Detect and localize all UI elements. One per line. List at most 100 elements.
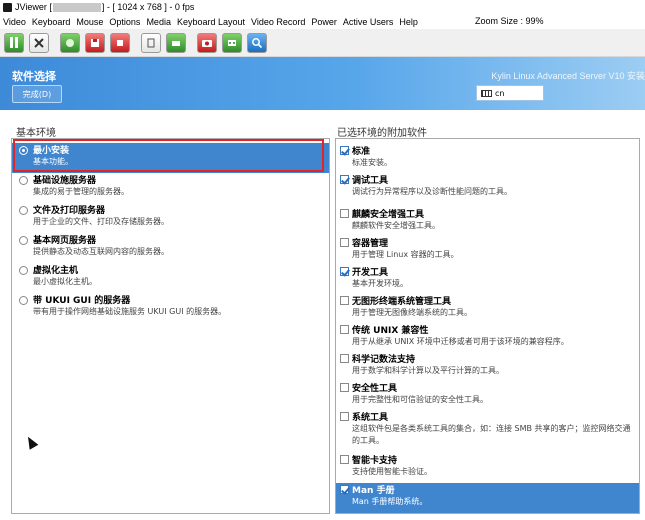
keyboard-layout-label: cn bbox=[495, 88, 505, 98]
radio-button[interactable] bbox=[19, 296, 28, 305]
addon-kylin-security[interactable]: 麒麟安全增强工具 麒麟软件安全增强工具。 bbox=[336, 207, 639, 236]
env-item-name: 基础设施服务器 bbox=[33, 176, 97, 186]
radio-button[interactable] bbox=[19, 176, 28, 185]
record-icon[interactable] bbox=[60, 32, 80, 53]
checkbox[interactable] bbox=[340, 412, 349, 421]
env-item-desc: 带有用于操作网络基础设施服务 UKUI GUI 的服务器。 bbox=[33, 307, 227, 316]
menu-video[interactable]: Video bbox=[3, 17, 26, 27]
page-title: 软件选择 bbox=[12, 70, 56, 83]
addon-desc: 麒麟软件安全增强工具。 bbox=[352, 221, 440, 230]
addon-desc: 用于管理 Linux 容器的工具。 bbox=[352, 250, 459, 259]
checkbox[interactable] bbox=[340, 238, 349, 247]
title-bar: JViewer [ ] - [ 1024 x 768 ] - 0 fps bbox=[0, 0, 645, 14]
env-item-file-print[interactable]: 文件及打印服务器 用于企业的文件、打印及存储服务器。 bbox=[12, 203, 329, 233]
addon-system-tools[interactable]: 系统工具 这组软件包是各类系统工具的集合，如：连接 SMB 共享的客户；监控网络… bbox=[336, 410, 639, 452]
addon-man-pages[interactable]: Man 手册 Man 手册帮助系统。 bbox=[336, 483, 639, 513]
menu-mouse[interactable]: Mouse bbox=[76, 17, 103, 27]
addon-desc: 用于从继承 UNIX 环境中迁移或者可用于该环境的兼容程序。 bbox=[352, 337, 569, 346]
base-environment-title: 基本环境 bbox=[16, 128, 56, 139]
checkbox[interactable] bbox=[340, 325, 349, 334]
jviewer-window: JViewer [ ] - [ 1024 x 768 ] - 0 fps Vid… bbox=[0, 0, 645, 520]
addon-name: 无图形终端系统管理工具 bbox=[352, 297, 452, 307]
checkbox[interactable] bbox=[340, 146, 349, 155]
addon-name: Man 手册 bbox=[352, 486, 395, 496]
checkbox[interactable] bbox=[340, 175, 349, 184]
addon-headless-management[interactable]: 无图形终端系统管理工具 用于管理无图像终端系统的工具。 bbox=[336, 294, 639, 323]
menu-keyboard-layout[interactable]: Keyboard Layout bbox=[177, 17, 245, 27]
product-name: Kylin Linux Advanced Server V10 安装 bbox=[491, 71, 645, 81]
addon-name: 安全性工具 bbox=[352, 384, 398, 394]
addon-name: 麒麟安全增强工具 bbox=[352, 210, 425, 220]
addon-dev-tools[interactable]: 开发工具 基本开发环境。 bbox=[336, 265, 639, 294]
checkbox[interactable] bbox=[340, 383, 349, 392]
menu-keyboard[interactable]: Keyboard bbox=[32, 17, 71, 27]
addon-desc: 支持使用智能卡验证。 bbox=[352, 467, 432, 476]
radio-button[interactable] bbox=[19, 236, 28, 245]
pause-icon[interactable] bbox=[4, 32, 24, 53]
menu-video-record[interactable]: Video Record bbox=[251, 17, 305, 27]
copy-icon[interactable] bbox=[141, 32, 161, 53]
addon-container-management[interactable]: 容器管理 用于管理 Linux 容器的工具。 bbox=[336, 236, 639, 265]
radio-button[interactable] bbox=[19, 206, 28, 215]
toolbar bbox=[0, 29, 645, 57]
addon-name: 智能卡支持 bbox=[352, 456, 398, 466]
addon-smartcard[interactable]: 智能卡支持 支持使用智能卡验证。 bbox=[336, 453, 639, 482]
keyboard-layout-indicator[interactable]: cn bbox=[476, 85, 544, 101]
addon-software-list: 标准 标准安装。 调试工具 调试行为异常程序以及诊断性能问题的工具。 麒麟安全增… bbox=[335, 138, 640, 514]
addon-desc: 这组软件包是各类系统工具的集合，如：连接 SMB 共享的客户；监控网络交通 bbox=[352, 424, 631, 433]
camera-icon[interactable] bbox=[197, 32, 217, 53]
addon-desc-line2: 的工具。 bbox=[352, 436, 384, 445]
stop-icon[interactable] bbox=[110, 32, 130, 53]
print-icon[interactable] bbox=[166, 32, 186, 53]
addon-security-tools[interactable]: 安全性工具 用于完整性和可信验证的安全性工具。 bbox=[336, 381, 639, 410]
save-icon[interactable] bbox=[85, 32, 105, 53]
checkbox[interactable] bbox=[340, 209, 349, 218]
env-item-desc: 基本功能。 bbox=[33, 157, 73, 166]
addon-name: 开发工具 bbox=[352, 268, 389, 278]
addon-desc: 用于数学和科学计算以及平行计算的工具。 bbox=[352, 366, 504, 375]
env-item-web-server[interactable]: 基本网页服务器 提供静态及动态互联网内容的服务器。 bbox=[12, 233, 329, 263]
checkbox[interactable] bbox=[340, 267, 349, 276]
zoom-size: Zoom Size : 99% bbox=[475, 16, 544, 26]
env-item-desc: 用于企业的文件、打印及存储服务器。 bbox=[33, 217, 169, 226]
checkbox[interactable] bbox=[340, 354, 349, 363]
env-item-desc: 提供静态及动态互联网内容的服务器。 bbox=[33, 247, 169, 256]
disconnect-icon[interactable] bbox=[29, 32, 49, 53]
window-title-suffix: ] - [ 1024 x 768 ] - 0 fps bbox=[101, 2, 195, 12]
window-title-prefix: JViewer [ bbox=[15, 2, 52, 12]
addon-desc: 调试行为异常程序以及诊断性能问题的工具。 bbox=[352, 187, 512, 196]
zoom-icon[interactable] bbox=[247, 32, 267, 53]
addon-name: 系统工具 bbox=[352, 413, 389, 423]
menu-help[interactable]: Help bbox=[399, 17, 418, 27]
addon-name: 传统 UNIX 兼容性 bbox=[352, 326, 429, 336]
addon-debug-tools[interactable]: 调试工具 调试行为异常程序以及诊断性能问题的工具。 bbox=[336, 173, 639, 202]
menu-media[interactable]: Media bbox=[146, 17, 171, 27]
addon-name: 标准 bbox=[352, 147, 371, 157]
addon-name: 容器管理 bbox=[352, 239, 389, 249]
done-button[interactable]: 完成(D) bbox=[12, 85, 62, 103]
checkbox[interactable] bbox=[340, 485, 349, 494]
env-item-virtualization[interactable]: 虚拟化主机 最小虚拟化主机。 bbox=[12, 263, 329, 293]
users-icon[interactable] bbox=[222, 32, 242, 53]
addon-standard[interactable]: 标准 标准安装。 bbox=[336, 144, 639, 173]
addon-scientific[interactable]: 科学记数法支持 用于数学和科学计算以及平行计算的工具。 bbox=[336, 352, 639, 381]
env-item-desc: 集成的易于管理的服务器。 bbox=[33, 187, 129, 196]
menu-bar: Video Keyboard Mouse Options Media Keybo… bbox=[0, 14, 645, 29]
menu-options[interactable]: Options bbox=[109, 17, 140, 27]
checkbox[interactable] bbox=[340, 455, 349, 464]
env-item-minimal[interactable]: 最小安装 基本功能。 bbox=[12, 143, 329, 173]
env-item-ukui-gui[interactable]: 带 UKUI GUI 的服务器 带有用于操作网络基础设施服务 UKUI GUI … bbox=[12, 293, 329, 323]
env-item-name: 虚拟化主机 bbox=[33, 266, 79, 276]
addon-desc: Man 手册帮助系统。 bbox=[352, 497, 428, 506]
menu-active-users[interactable]: Active Users bbox=[343, 17, 394, 27]
env-item-infrastructure[interactable]: 基础设施服务器 集成的易于管理的服务器。 bbox=[12, 173, 329, 203]
addon-legacy-unix[interactable]: 传统 UNIX 兼容性 用于从继承 UNIX 环境中迁移或者可用于该环境的兼容程… bbox=[336, 323, 639, 352]
addon-desc: 用于管理无图像终端系统的工具。 bbox=[352, 308, 472, 317]
menu-power[interactable]: Power bbox=[311, 17, 337, 27]
app-icon bbox=[3, 2, 12, 12]
radio-button[interactable] bbox=[19, 146, 28, 155]
radio-button[interactable] bbox=[19, 266, 28, 275]
checkbox[interactable] bbox=[340, 296, 349, 305]
addon-desc: 基本开发环境。 bbox=[352, 279, 408, 288]
addon-name: 科学记数法支持 bbox=[352, 355, 416, 365]
